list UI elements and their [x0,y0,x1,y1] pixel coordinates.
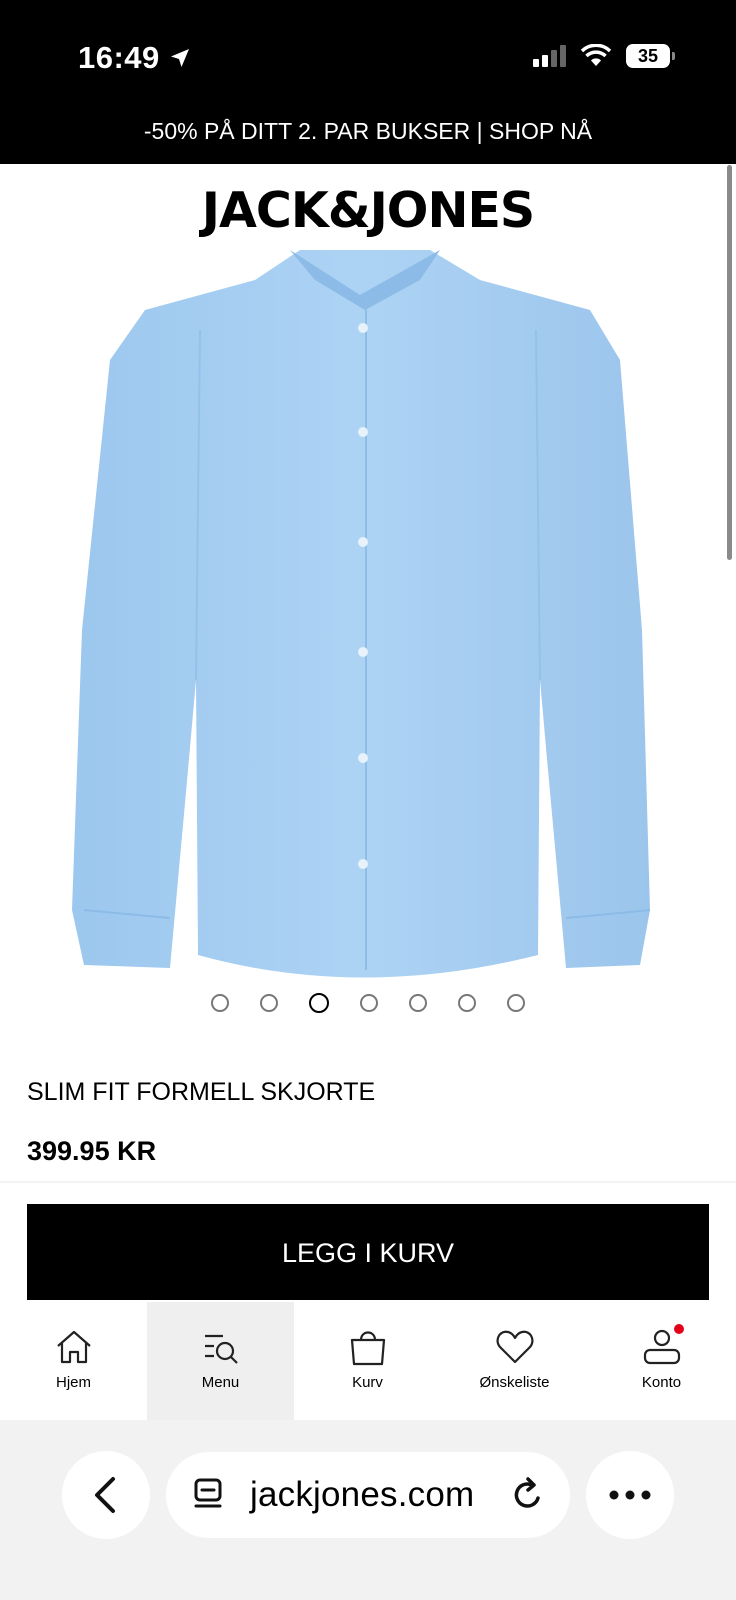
status-bar: 16:49 35 [0,0,736,118]
bottom-nav: Hjem Menu Kurv Ønskeliste Konto [0,1302,736,1420]
reload-icon[interactable] [510,1476,546,1514]
promo-banner[interactable]: -50% PÅ DITT 2. PAR BUKSER | SHOP NÅ [0,118,736,164]
home-icon [56,1330,91,1364]
add-to-cart-button[interactable]: LEGG I KURV [27,1204,709,1300]
search-menu-icon [204,1334,238,1364]
nav-label-cart[interactable]: Kurv [352,1374,383,1391]
account-icon [643,1329,680,1365]
notification-dot [674,1324,684,1334]
nav-item-wishlist[interactable]: Ønskeliste [441,1302,588,1420]
more-button[interactable] [586,1451,674,1539]
nav-label-menu[interactable]: Menu [202,1374,240,1391]
nav-item-cart[interactable]: Kurv [294,1302,441,1420]
promo-text[interactable]: -50% PÅ DITT 2. PAR BUKSER | SHOP NÅ [144,118,592,145]
gallery-dot[interactable] [211,994,229,1012]
url-text[interactable]: jackjones.com [250,1475,510,1515]
add-to-cart-label[interactable]: LEGG I KURV [282,1238,454,1269]
page-settings-icon[interactable] [192,1476,224,1514]
divider [0,1181,736,1184]
heart-icon [495,1330,534,1364]
nav-label-wishlist[interactable]: Ønskeliste [479,1374,549,1391]
gallery-dot[interactable] [360,994,378,1012]
nav-item-home[interactable]: Hjem [0,1302,147,1420]
product-title: SLIM FIT FORMELL SKJORTE [27,1078,376,1106]
browser-toolbar: jackjones.com [0,1420,736,1600]
battery-level: 35 [637,45,659,66]
nav-label-account[interactable]: Konto [642,1374,681,1391]
wifi-icon [580,44,612,66]
gallery-dot-active[interactable] [309,993,329,1013]
address-bar[interactable]: jackjones.com [166,1452,570,1538]
product-price: 399.95 KR [27,1136,157,1166]
status-icons: 35 [533,44,675,68]
bag-icon [350,1331,385,1366]
status-time: 16:49 [78,40,192,76]
nav-label-home[interactable]: Hjem [56,1374,91,1391]
gallery-dots [0,993,736,1013]
back-button[interactable] [62,1451,150,1539]
gallery-dot[interactable] [507,994,525,1012]
cellular-signal-icon [533,45,566,67]
location-arrow-icon [170,49,189,67]
gallery-dot[interactable] [409,994,427,1012]
chevron-left-icon [95,1477,115,1513]
gallery-dot[interactable] [260,994,278,1012]
nav-item-menu[interactable]: Menu [147,1302,294,1420]
time-text: 16:49 [78,40,160,75]
product-image[interactable] [60,250,676,990]
brand-logo[interactable]: JACK&JONES [0,182,736,239]
more-dots-icon [609,1490,651,1500]
nav-item-account[interactable]: Konto [588,1302,735,1420]
battery-indicator: 35 [626,44,675,68]
page-scrollbar[interactable] [727,165,732,560]
gallery-dot[interactable] [458,994,476,1012]
